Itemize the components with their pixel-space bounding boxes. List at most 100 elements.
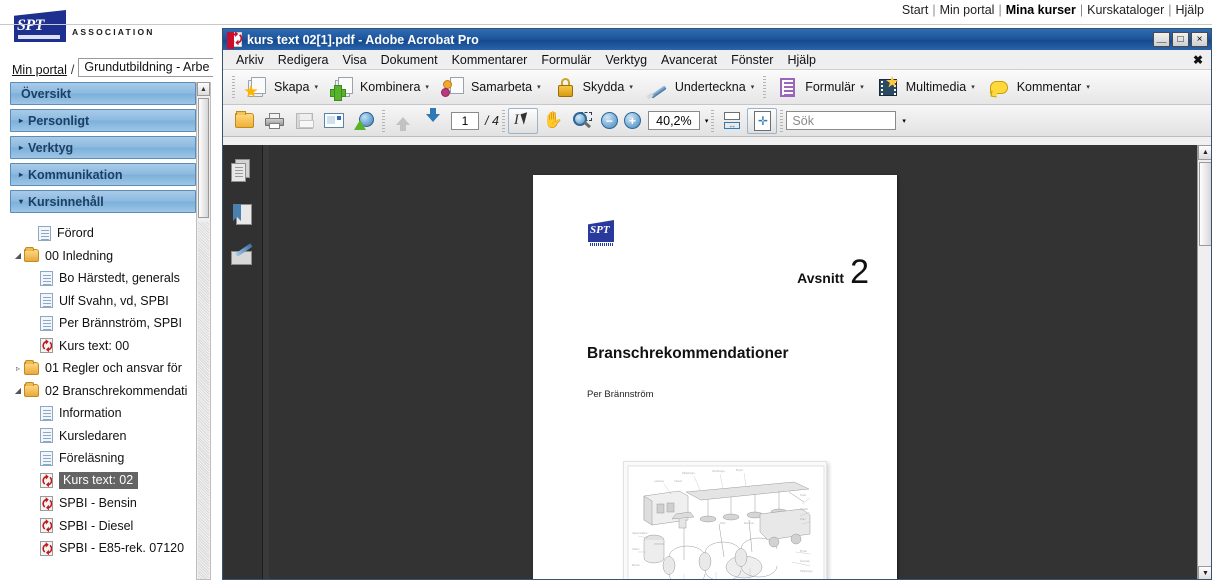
menu-item-fonster[interactable]: Fönster (724, 53, 780, 67)
menu-item-avancerat[interactable]: Avancerat (654, 53, 724, 67)
pane-divider[interactable] (263, 145, 269, 579)
toolbar-button-kombinera[interactable]: Kombinera ▾ (324, 73, 435, 102)
maximize-button[interactable]: □ (1172, 32, 1189, 47)
menu-item-dokument[interactable]: Dokument (374, 53, 445, 67)
hand-tool-button[interactable]: ✋ (538, 108, 568, 134)
menu-item-kommentarer[interactable]: Kommentarer (445, 53, 535, 67)
toolbar-grip[interactable] (711, 109, 715, 132)
sidebar-item-personligt[interactable]: ▸ Personligt (10, 109, 196, 132)
sidebar-item-kursinnehall[interactable]: ▾ Kursinnehåll (10, 190, 196, 213)
chevron-down-icon[interactable]: ▾ (902, 117, 906, 125)
next-page-button[interactable] (418, 107, 448, 134)
save-button[interactable] (289, 108, 319, 134)
chevron-down-icon[interactable]: ▾ (314, 83, 318, 91)
sidebar-scrollbar[interactable]: ▲ (196, 82, 211, 580)
tree-item[interactable]: SPBI - Diesel (10, 515, 196, 538)
logo-wordmark: ASSOCIATION (72, 27, 155, 37)
tree-item[interactable]: SPBI - E85-rek. 07120 (10, 537, 196, 560)
toolbar-grip[interactable] (763, 76, 767, 98)
menu-item-arkiv[interactable]: Arkiv (229, 53, 271, 67)
chevron-down-icon[interactable]: ▾ (425, 83, 429, 91)
menu-item-hjalp[interactable]: Hjälp (780, 53, 823, 67)
toolbar-button-underteckna[interactable]: Underteckna ▾ (639, 73, 760, 102)
close-document-icon[interactable]: ✖ (1193, 53, 1203, 67)
topnav-item-start[interactable]: Start (902, 3, 928, 17)
toolbar-button-multimedia[interactable]: Multimedia ▾ (870, 73, 981, 102)
chevron-down-icon[interactable]: ▾ (751, 83, 755, 91)
toolbar-button-skydda[interactable]: Skydda ▾ (547, 73, 639, 102)
open-file-button[interactable] (229, 108, 259, 134)
fit-page-button[interactable] (747, 107, 778, 134)
sidebar-item-oversikt[interactable]: Översikt (10, 82, 196, 105)
tree-item[interactable]: Kurs text: 00 (10, 335, 196, 358)
tree-item[interactable]: Föreläsning (10, 447, 196, 470)
toolbar-grip[interactable] (501, 109, 505, 132)
previous-page-button[interactable] (388, 108, 418, 134)
tree-item[interactable]: SPBI - Bensin (10, 492, 196, 515)
toolbar-grip[interactable] (382, 109, 385, 132)
tree-item[interactable]: ◢ 00 Inledning (10, 245, 196, 268)
topnav-item-kurskataloger[interactable]: Kurskataloger (1087, 3, 1164, 17)
pages-panel-icon[interactable] (231, 159, 255, 183)
zoom-in-button[interactable]: + (623, 112, 641, 129)
toolbar-button-kommentar[interactable]: Kommentar ▾ (981, 73, 1096, 102)
zoom-out-button[interactable]: − (600, 112, 618, 129)
fit-width-button[interactable]: ↔ (717, 108, 747, 134)
menu-item-formular[interactable]: Formulär (534, 53, 598, 67)
tree-twisty-expanded[interactable]: ◢ (12, 386, 24, 395)
zoom-level-input[interactable]: 40,2% (647, 111, 700, 130)
print-button[interactable] (259, 108, 289, 134)
breadcrumb-home-link[interactable]: Min portal (12, 63, 67, 77)
menu-item-redigera[interactable]: Redigera (271, 53, 336, 67)
document-scrollbar[interactable]: ▲ ▼ (1197, 145, 1211, 579)
toolbar-button-skapa[interactable]: Skapa ▾ (238, 73, 324, 102)
tree-item[interactable]: Per Brännström, SPBI (10, 312, 196, 335)
tree-item[interactable]: ◢ 02 Branschrekommendati (10, 380, 196, 403)
tree-item[interactable]: Förord (10, 222, 196, 245)
menu-item-verktyg[interactable]: Verktyg (598, 53, 654, 67)
toolbar-grip[interactable] (232, 76, 235, 98)
select-tool-button[interactable]: I (507, 107, 538, 134)
sidebar-item-verktyg[interactable]: ▸ Verktyg (10, 136, 196, 159)
chevron-down-icon[interactable]: ▾ (537, 83, 541, 91)
scroll-down-arrow-icon[interactable]: ▼ (1198, 566, 1211, 579)
topnav-item-hjalp[interactable]: Hjälp (1176, 3, 1205, 17)
signatures-panel-icon[interactable] (231, 243, 255, 271)
toolbar-button-formular[interactable]: Formulär ▾ (769, 73, 870, 102)
bookmarks-panel-icon[interactable] (231, 203, 255, 227)
topnav-item-min-portal[interactable]: Min portal (940, 3, 995, 17)
search-input[interactable]: Sök (786, 111, 897, 130)
page-number-input[interactable]: 1 (451, 111, 479, 130)
tree-twisty-expanded[interactable]: ◢ (12, 251, 24, 260)
scroll-up-arrow-icon[interactable]: ▲ (1198, 145, 1211, 160)
close-button[interactable]: × (1191, 32, 1208, 47)
tree-item-selected[interactable]: Kurs text: 02 (10, 470, 196, 493)
pdf-page[interactable]: SPT Avsnitt 2 Branschrekommendationer Pe… (533, 175, 897, 579)
topnav-item-mina-kurser[interactable]: Mina kurser (1006, 3, 1076, 17)
toolbar-grip[interactable] (780, 109, 784, 132)
sidebar-item-kommunikation[interactable]: ▸ Kommunikation (10, 163, 196, 186)
menu-item-visa[interactable]: Visa (336, 53, 374, 67)
chevron-down-icon[interactable]: ▾ (860, 83, 864, 91)
tree-item[interactable]: ▹ 01 Regler och ansvar för (10, 357, 196, 380)
tree-item[interactable]: Bo Härstedt, generals (10, 267, 196, 290)
minimize-button[interactable]: ＿ (1153, 32, 1170, 47)
scroll-up-arrow-icon[interactable]: ▲ (197, 82, 210, 96)
tree-twisty-collapsed[interactable]: ▹ (12, 364, 24, 373)
pdf-icon (40, 495, 53, 511)
chevron-down-icon[interactable]: ▾ (1086, 83, 1090, 91)
web-capture-button[interactable] (349, 108, 379, 134)
toolbar-button-samarbeta[interactable]: Samarbeta ▾ (435, 73, 547, 102)
tree-item[interactable]: Information (10, 402, 196, 425)
acrobat-titlebar[interactable]: kurs text 02[1].pdf - Adobe Acrobat Pro … (223, 29, 1211, 52)
scrollbar-thumb[interactable] (1199, 162, 1211, 246)
scrollbar-thumb[interactable] (198, 98, 209, 218)
marquee-zoom-button[interactable] (568, 108, 598, 134)
chevron-down-icon[interactable]: ▾ (705, 117, 709, 125)
chevron-down-icon[interactable]: ▾ (629, 83, 633, 91)
tree-item[interactable]: Ulf Svahn, vd, SPBI (10, 290, 196, 313)
tree-item[interactable]: Kursledaren (10, 425, 196, 448)
scrollbar-track[interactable] (198, 222, 209, 579)
email-button[interactable] (319, 108, 349, 134)
chevron-down-icon[interactable]: ▾ (971, 83, 975, 91)
